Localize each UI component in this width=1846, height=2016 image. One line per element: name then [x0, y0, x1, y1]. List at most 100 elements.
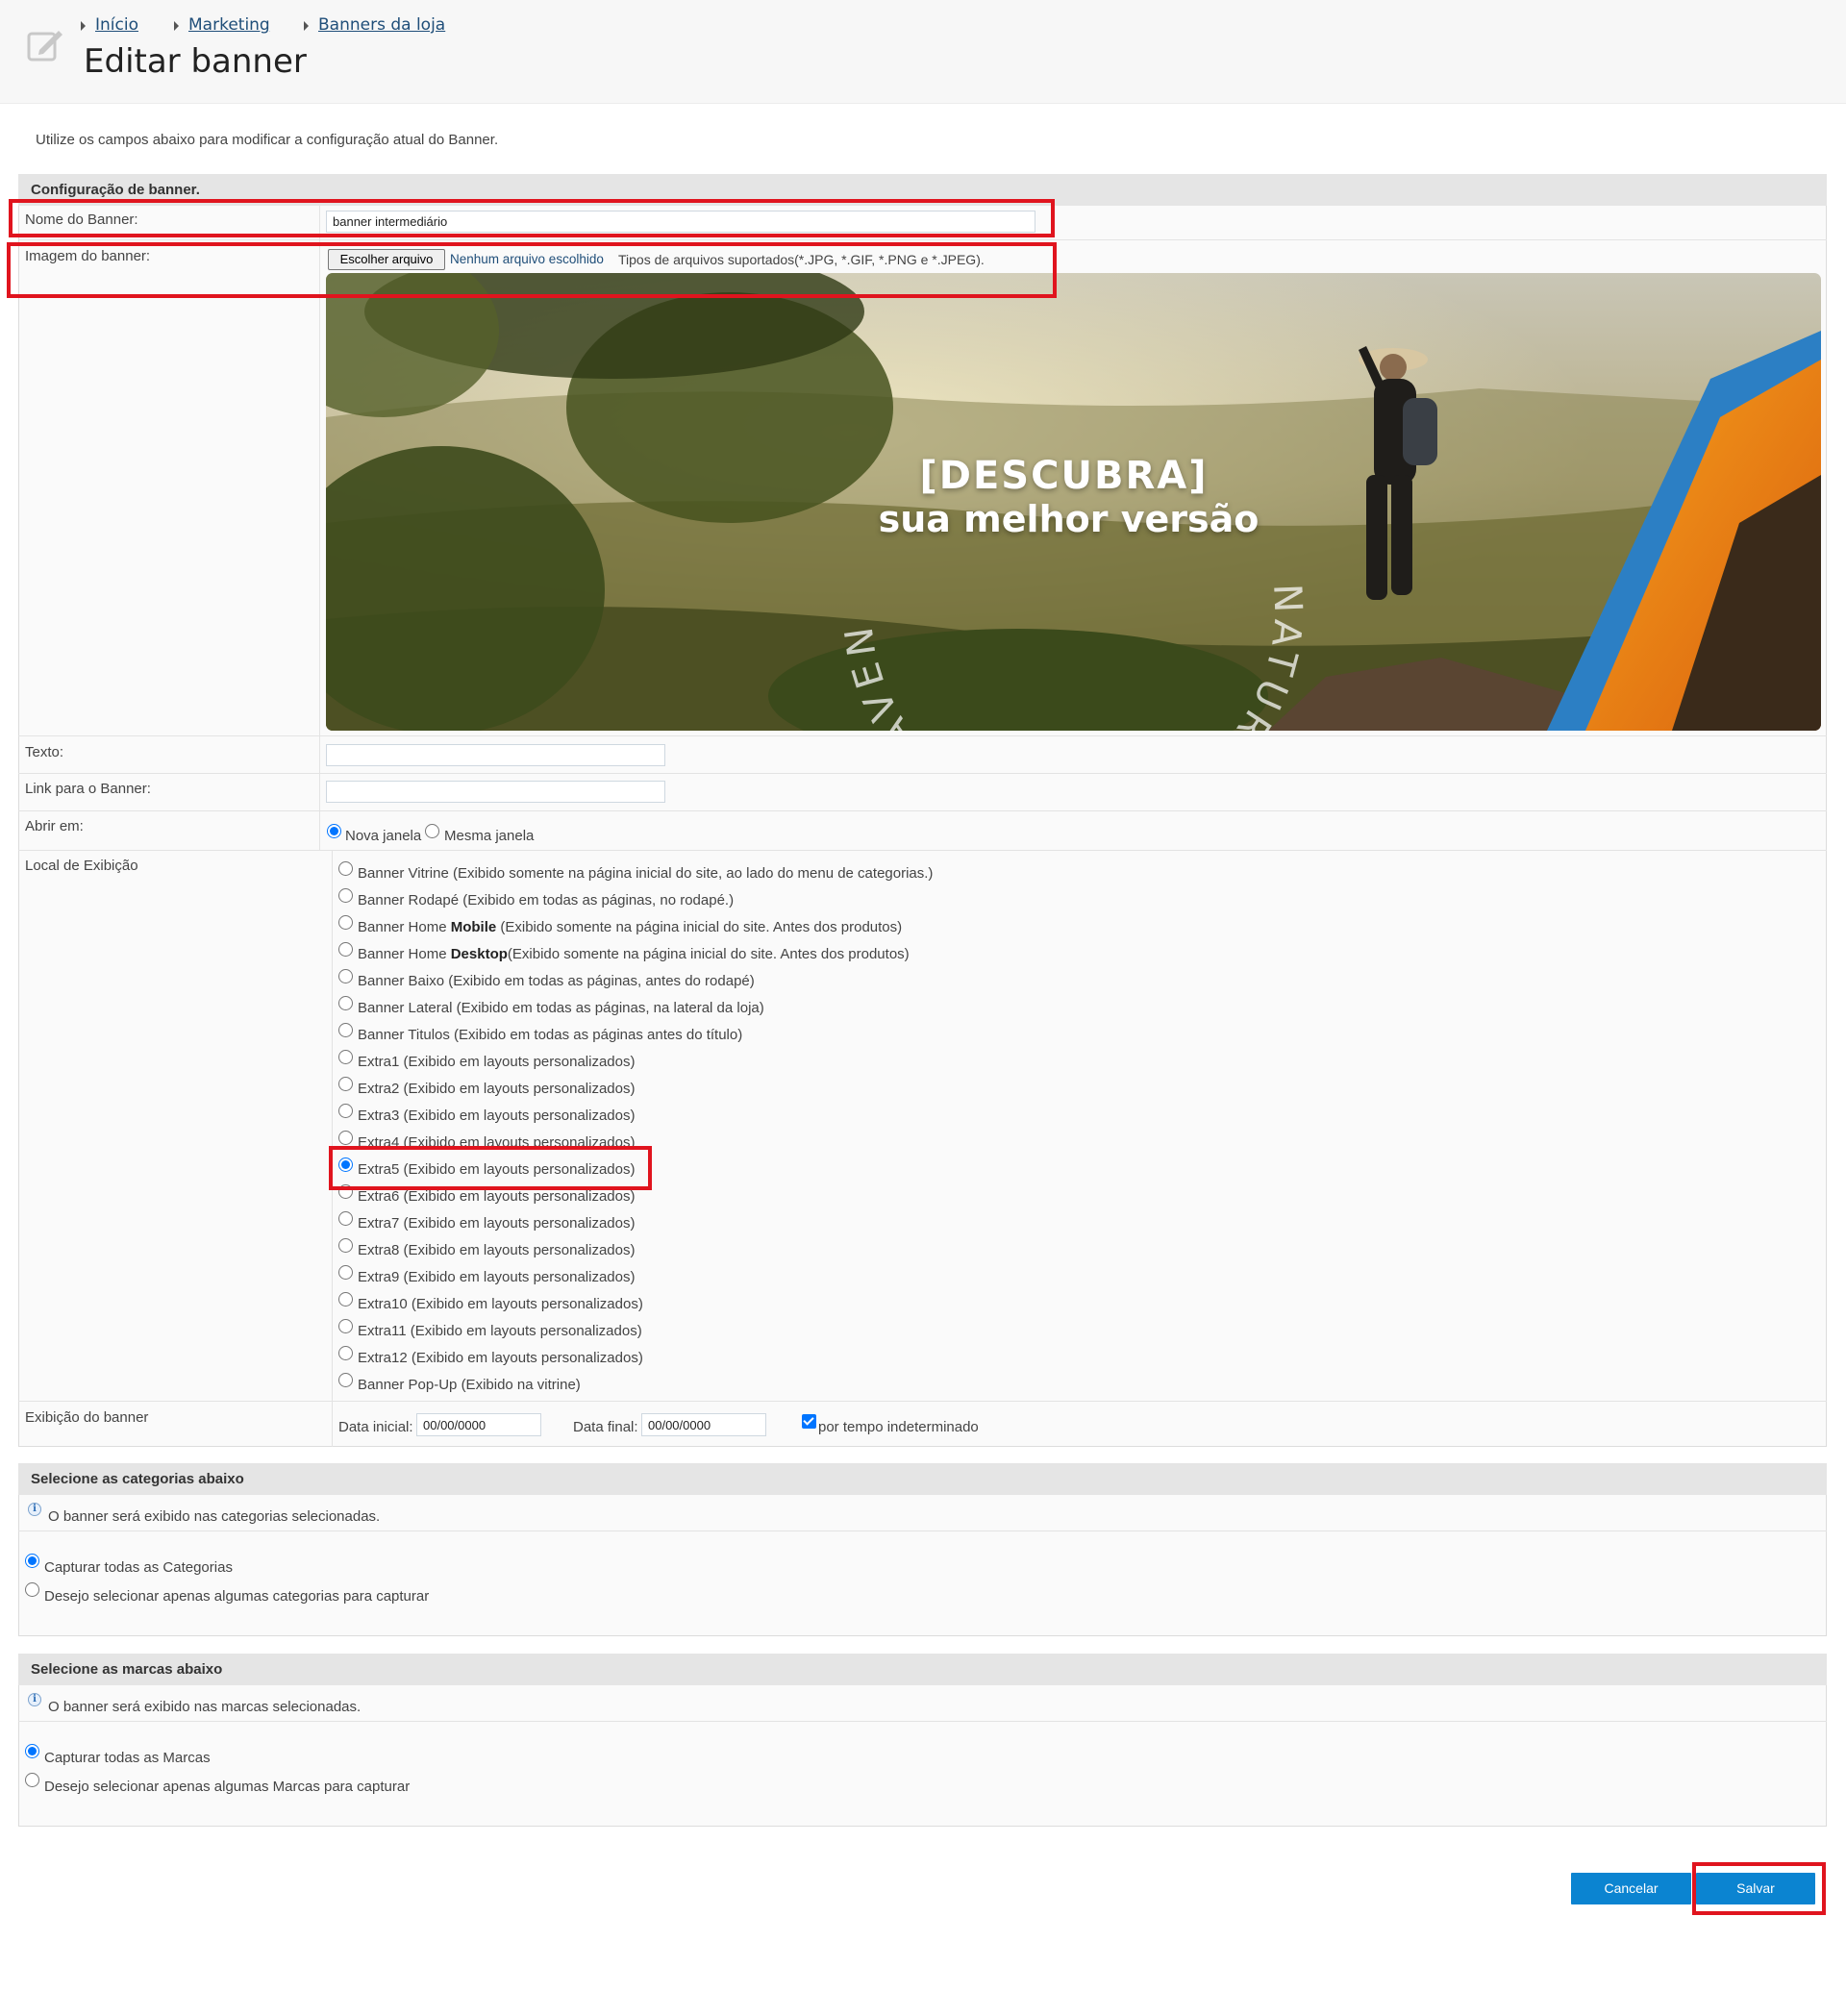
option-text: Extra10 (Exibido em layouts personalizad…: [358, 1296, 643, 1312]
highlight-save-button: [1692, 1862, 1826, 1915]
row-divider: [18, 1401, 1827, 1402]
text-label: Texto:: [25, 744, 64, 760]
brands-all-label: Capturar todas as Marcas: [44, 1750, 211, 1766]
row-divider: [18, 239, 1827, 240]
brands-all-radio[interactable]: [25, 1744, 39, 1758]
display-location-radio[interactable]: [338, 915, 353, 930]
info-icon: i: [28, 1693, 41, 1706]
option-text: Extra9 (Exibido em layouts personalizado…: [358, 1269, 636, 1285]
option-text-bold: Mobile: [450, 919, 497, 935]
display-location-radio[interactable]: [338, 1346, 353, 1360]
display-location-option-label: Banner Pop-Up (Exibido na vitrine): [358, 1377, 581, 1393]
display-location-option-label: Banner Rodapé (Exibido em todas as págin…: [358, 892, 734, 908]
open-new-window-label: Nova janela: [345, 828, 422, 844]
option-text: Extra12 (Exibido em layouts personalizad…: [358, 1350, 643, 1366]
banner-image-preview: NATUREZA CONEXÃO AVENTURA LIBERDADE [DES…: [326, 273, 1821, 731]
banner-subheadline: sua melhor versão: [878, 498, 1260, 540]
open-in-label: Abrir em:: [25, 818, 84, 834]
banner-link-label: Link para o Banner:: [25, 781, 151, 797]
display-location-radio[interactable]: [338, 942, 353, 957]
open-new-window-radio[interactable]: [327, 824, 341, 838]
display-location-radio[interactable]: [338, 1104, 353, 1118]
breadcrumb-marketing-link[interactable]: Marketing: [188, 15, 270, 35]
display-location-option-label: Extra12 (Exibido em layouts personalizad…: [358, 1350, 643, 1366]
banner-headline: [DESCUBRA]: [919, 454, 1209, 498]
display-location-option-label: Extra1 (Exibido em layouts personalizado…: [358, 1054, 635, 1070]
indefinite-label: por tempo indeterminado: [818, 1419, 979, 1435]
option-text: Extra8 (Exibido em layouts personalizado…: [358, 1242, 636, 1258]
open-same-window-label: Mesma janela: [444, 828, 535, 844]
display-location-radio[interactable]: [338, 1292, 353, 1307]
cancel-button[interactable]: Cancelar: [1571, 1873, 1691, 1904]
display-location-option-label: Banner Home Mobile (Exibido somente na p…: [358, 919, 902, 935]
option-text: Banner Rodapé (Exibido em todas as págin…: [358, 892, 735, 908]
option-text: Banner Home: [358, 946, 451, 962]
display-location-radio[interactable]: [338, 1023, 353, 1037]
display-location-option-label: Extra11 (Exibido em layouts personalizad…: [358, 1323, 642, 1339]
display-location-option-label: Banner Baixo (Exibido em todas as página…: [358, 973, 755, 989]
display-location-label: Local de Exibição: [25, 858, 138, 874]
end-date-label: Data final:: [573, 1419, 638, 1435]
end-date-input[interactable]: [641, 1413, 766, 1436]
row-divider: [18, 850, 1827, 851]
display-location-radio[interactable]: [338, 1265, 353, 1280]
option-text: Banner Vitrine (Exibido somente na págin…: [358, 865, 934, 882]
display-location-radio[interactable]: [338, 1131, 353, 1145]
display-location-radio[interactable]: [338, 888, 353, 903]
row-divider: [18, 773, 1827, 774]
display-location-option-label: Banner Lateral (Exibido em todas as pági…: [358, 1000, 764, 1016]
categories-info-text: O banner será exibido nas categorias sel…: [48, 1508, 381, 1525]
option-text: Banner Lateral (Exibido em todas as pági…: [358, 1000, 764, 1016]
option-text: Extra7 (Exibido em layouts personalizado…: [358, 1215, 636, 1232]
breadcrumb-banners-link[interactable]: Banners da loja: [318, 15, 445, 35]
highlight-extra5-option: [329, 1146, 652, 1190]
display-location-radio[interactable]: [338, 861, 353, 876]
breadcrumb-arrow-icon: [174, 21, 179, 31]
display-location-radio[interactable]: [338, 1319, 353, 1333]
display-location-option-label: Extra2 (Exibido em layouts personalizado…: [358, 1081, 635, 1097]
display-location-radio[interactable]: [338, 1050, 353, 1064]
categories-select-radio[interactable]: [25, 1582, 39, 1597]
display-location-option-label: Banner Vitrine (Exibido somente na págin…: [358, 865, 933, 882]
indefinite-checkbox[interactable]: [802, 1414, 816, 1429]
text-input[interactable]: [326, 744, 665, 766]
breadcrumb-arrow-icon: [81, 21, 86, 31]
display-location-radio[interactable]: [338, 996, 353, 1010]
open-same-window-radio[interactable]: [425, 824, 439, 838]
row-divider: [18, 1721, 1827, 1722]
display-location-option-label: Extra3 (Exibido em layouts personalizado…: [358, 1108, 635, 1124]
highlight-name-field: [9, 199, 1055, 237]
option-text: Banner Baixo (Exibido em todas as página…: [358, 973, 755, 989]
breadcrumb-home-link[interactable]: Início: [95, 15, 138, 35]
display-location-radio[interactable]: [338, 1211, 353, 1226]
display-location-radio[interactable]: [338, 969, 353, 983]
option-text: Banner Titulos (Exibido em todas as pági…: [358, 1027, 743, 1043]
option-text: (Exibido somente na página inicial do si…: [496, 919, 903, 935]
row-divider: [18, 810, 1827, 811]
display-location-radio[interactable]: [338, 1238, 353, 1253]
column-divider: [319, 206, 320, 850]
categories-all-radio[interactable]: [25, 1554, 39, 1568]
banner-display-label: Exibição do banner: [25, 1409, 149, 1426]
row-divider: [18, 735, 1827, 736]
start-date-label: Data inicial:: [338, 1419, 413, 1435]
banner-link-input[interactable]: [326, 781, 665, 803]
start-date-input[interactable]: [416, 1413, 541, 1436]
brands-select-label: Desejo selecionar apenas algumas Marcas …: [44, 1779, 411, 1795]
display-location-option-label: Extra10 (Exibido em layouts personalizad…: [358, 1296, 643, 1312]
option-text: Extra2 (Exibido em layouts personalizado…: [358, 1081, 636, 1097]
brands-section-header: Selecione as marcas abaixo: [18, 1654, 1827, 1685]
option-text: Banner Home: [358, 919, 451, 935]
display-location-option-label: Banner Titulos (Exibido em todas as pági…: [358, 1027, 742, 1043]
display-location-option-label: Extra6 (Exibido em layouts personalizado…: [358, 1188, 635, 1205]
categories-section-header: Selecione as categorias abaixo: [18, 1463, 1827, 1495]
option-text: Banner Pop-Up (Exibido na vitrine): [358, 1377, 581, 1393]
option-text: Extra1 (Exibido em layouts personalizado…: [358, 1054, 636, 1070]
option-text: Extra3 (Exibido em layouts personalizado…: [358, 1108, 636, 1124]
page-title: Editar banner: [84, 42, 307, 81]
display-location-radio[interactable]: [338, 1077, 353, 1091]
brands-select-radio[interactable]: [25, 1773, 39, 1787]
breadcrumb-arrow-icon: [304, 21, 309, 31]
display-location-radio[interactable]: [338, 1373, 353, 1387]
display-location-option-label: Extra8 (Exibido em layouts personalizado…: [358, 1242, 635, 1258]
